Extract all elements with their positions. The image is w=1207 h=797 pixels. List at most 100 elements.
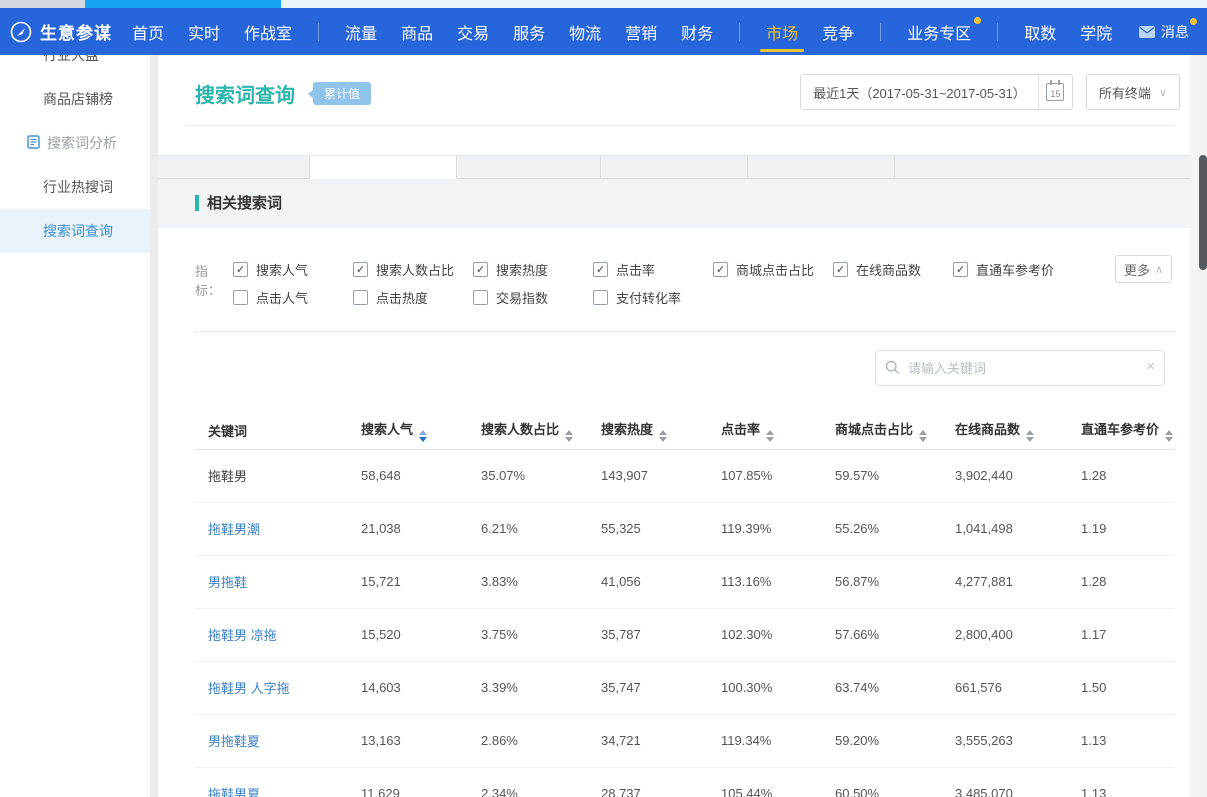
scrollbar-thumb[interactable] <box>1199 155 1207 270</box>
column-header-搜索人数占比[interactable]: 搜索人数占比 <box>468 413 588 449</box>
sidebar-item-商品店铺榜[interactable]: 商品店铺榜 <box>0 77 150 121</box>
nav-item-物流[interactable]: 物流 <box>557 8 613 55</box>
sidebar-item-行业热搜词[interactable]: 行业热搜词 <box>0 165 150 209</box>
tab-6[interactable] <box>895 156 1190 179</box>
tab-2[interactable] <box>310 156 457 179</box>
terminal-select-value: 所有终端 <box>1099 83 1151 102</box>
keyword-link[interactable]: 男拖鞋夏 <box>208 734 260 749</box>
keyword-text: 拖鞋男 <box>208 469 247 484</box>
value-cell: 35.07% <box>468 449 588 502</box>
sidebar-item-label: 搜索词分析 <box>47 133 117 153</box>
value-cell: 661,576 <box>942 661 1068 714</box>
value-cell: 35,787 <box>588 608 708 661</box>
nav-item-实时[interactable]: 实时 <box>176 8 232 55</box>
checkbox-交易指数[interactable]: 交易指数 <box>473 288 593 307</box>
checkbox-checked-icon: ✓ <box>833 262 848 277</box>
column-header-label: 点击率 <box>721 422 760 437</box>
nav-item-学院[interactable]: 学院 <box>1068 8 1124 55</box>
checkbox-点击热度[interactable]: 点击热度 <box>353 288 473 307</box>
sort-arrows-icon[interactable] <box>1165 430 1173 442</box>
checkbox-搜索热度[interactable]: ✓ 搜索热度 <box>473 260 593 279</box>
nav-item-交易[interactable]: 交易 <box>445 8 501 55</box>
column-header-直通车参考价[interactable]: 直通车参考价 <box>1068 413 1175 449</box>
page-title: 搜索词查询 <box>195 79 295 108</box>
sort-arrows-icon[interactable] <box>919 430 927 442</box>
nav-item-取数[interactable]: 取数 <box>1012 8 1068 55</box>
value-cell: 3.83% <box>468 555 588 608</box>
nav-item-label: 市场 <box>766 20 798 44</box>
sort-arrows-icon[interactable] <box>659 430 667 442</box>
nav-item-业务专区[interactable]: 业务专区 <box>895 8 983 55</box>
keyword-link[interactable]: 拖鞋男 人字拖 <box>208 681 290 696</box>
checkbox-在线商品数[interactable]: ✓在线商品数 <box>833 260 953 279</box>
brand[interactable]: 生意参谋 <box>0 19 112 44</box>
column-header-搜索人气[interactable]: 搜索人气 <box>348 413 468 449</box>
sort-arrows-icon[interactable] <box>565 430 573 442</box>
dotted-divider <box>195 331 1175 332</box>
nav-item-label: 营销 <box>625 20 657 44</box>
nav-item-财务[interactable]: 财务 <box>669 8 725 55</box>
sidebar-item-搜索词查询[interactable]: 搜索词查询 <box>0 209 150 253</box>
date-range-picker[interactable]: 最近1天（2017-05-31~2017-05-31） 15 <box>800 74 1073 110</box>
nav-item-服务[interactable]: 服务 <box>501 8 557 55</box>
tab-5[interactable] <box>748 156 895 179</box>
calendar-icon: 15 <box>1046 83 1064 101</box>
nav-item-label: 竞争 <box>822 20 854 44</box>
messages-button[interactable]: 消息 <box>1139 8 1195 55</box>
checkbox-label: 搜索热度 <box>496 260 548 279</box>
value-cell: 11,629 <box>348 767 468 797</box>
column-header-商城点击占比[interactable]: 商城点击占比 <box>822 413 942 449</box>
column-header-搜索热度[interactable]: 搜索热度 <box>588 413 708 449</box>
keyword-link[interactable]: 拖鞋男夏 <box>208 787 260 797</box>
checkbox-label: 商城点击占比 <box>736 260 814 279</box>
metric-filters-label: 指标： <box>195 255 233 311</box>
sort-arrows-icon[interactable] <box>1026 430 1034 442</box>
value-cell: 2.34% <box>468 767 588 797</box>
page-scrollbar[interactable] <box>1199 55 1207 797</box>
checkbox-支付转化率[interactable]: 支付转化率 <box>593 288 713 307</box>
keyword-link[interactable]: 拖鞋男 凉拖 <box>208 628 277 643</box>
sidebar-scrollbar[interactable] <box>150 55 158 797</box>
sidebar-item-行业大盘[interactable]: 行业大盘 <box>0 55 150 77</box>
clear-search-icon[interactable]: × <box>1146 358 1155 375</box>
column-header-点击率[interactable]: 点击率 <box>708 413 822 449</box>
nav-item-首页[interactable]: 首页 <box>120 8 176 55</box>
table-header-row: 关键词搜索人气搜索人数占比搜索热度点击率商城点击占比在线商品数直通车参考价 <box>195 413 1175 449</box>
checkbox-搜索人气[interactable]: ✓搜索人气 <box>233 260 353 279</box>
table-row: 拖鞋男夏11,6292.34%28,737105.44%60.50%3,485,… <box>195 767 1175 797</box>
nav-item-竞争[interactable]: 竞争 <box>810 8 866 55</box>
terminal-select[interactable]: 所有终端 ∨ <box>1086 74 1180 110</box>
nav-item-label: 交易 <box>457 20 489 44</box>
more-button[interactable]: 更多 ∧ <box>1115 255 1172 283</box>
checkbox-商城点击占比[interactable]: ✓商城点击占比 <box>713 260 833 279</box>
checkbox-checked-icon: ✓ <box>473 262 488 277</box>
value-cell: 107.85% <box>708 449 822 502</box>
notification-dot <box>1190 18 1197 25</box>
column-header-在线商品数[interactable]: 在线商品数 <box>942 413 1068 449</box>
tab-1[interactable] <box>158 156 310 179</box>
nav-item-营销[interactable]: 营销 <box>613 8 669 55</box>
brand-name: 生意参谋 <box>40 19 112 44</box>
sort-arrows-icon[interactable] <box>766 430 774 442</box>
keyword-search-input[interactable] <box>875 350 1165 386</box>
checkbox-点击率[interactable]: ✓点击率 <box>593 260 713 279</box>
keyword-link[interactable]: 男拖鞋 <box>208 575 247 590</box>
nav-item-流量[interactable]: 流量 <box>333 8 389 55</box>
value-cell: 3,485,070 <box>942 767 1068 797</box>
value-cell: 105.44% <box>708 767 822 797</box>
sort-arrows-icon[interactable] <box>419 430 427 442</box>
checkbox-搜索人数占比[interactable]: ✓搜索人数占比 <box>353 260 473 279</box>
tab-4[interactable] <box>601 156 748 179</box>
value-cell: 3.39% <box>468 661 588 714</box>
nav-item-市场[interactable]: 市场 <box>754 8 810 55</box>
checkbox-点击人气[interactable]: 点击人气 <box>233 288 353 307</box>
checkbox-直通车参考价[interactable]: ✓直通车参考价 <box>953 260 1073 279</box>
nav-item-作战室[interactable]: 作战室 <box>232 8 304 55</box>
nav-item-商品[interactable]: 商品 <box>389 8 445 55</box>
keyword-link[interactable]: 拖鞋男潮 <box>208 522 260 537</box>
table-row: 拖鞋男 凉拖15,5203.75%35,787102.30%57.66%2,80… <box>195 608 1175 661</box>
browser-edge-active-tab <box>85 0 281 8</box>
keyword-cell: 拖鞋男 人字拖 <box>195 661 348 714</box>
tab-3[interactable] <box>457 156 601 179</box>
checkbox-checked-icon: ✓ <box>233 262 248 277</box>
